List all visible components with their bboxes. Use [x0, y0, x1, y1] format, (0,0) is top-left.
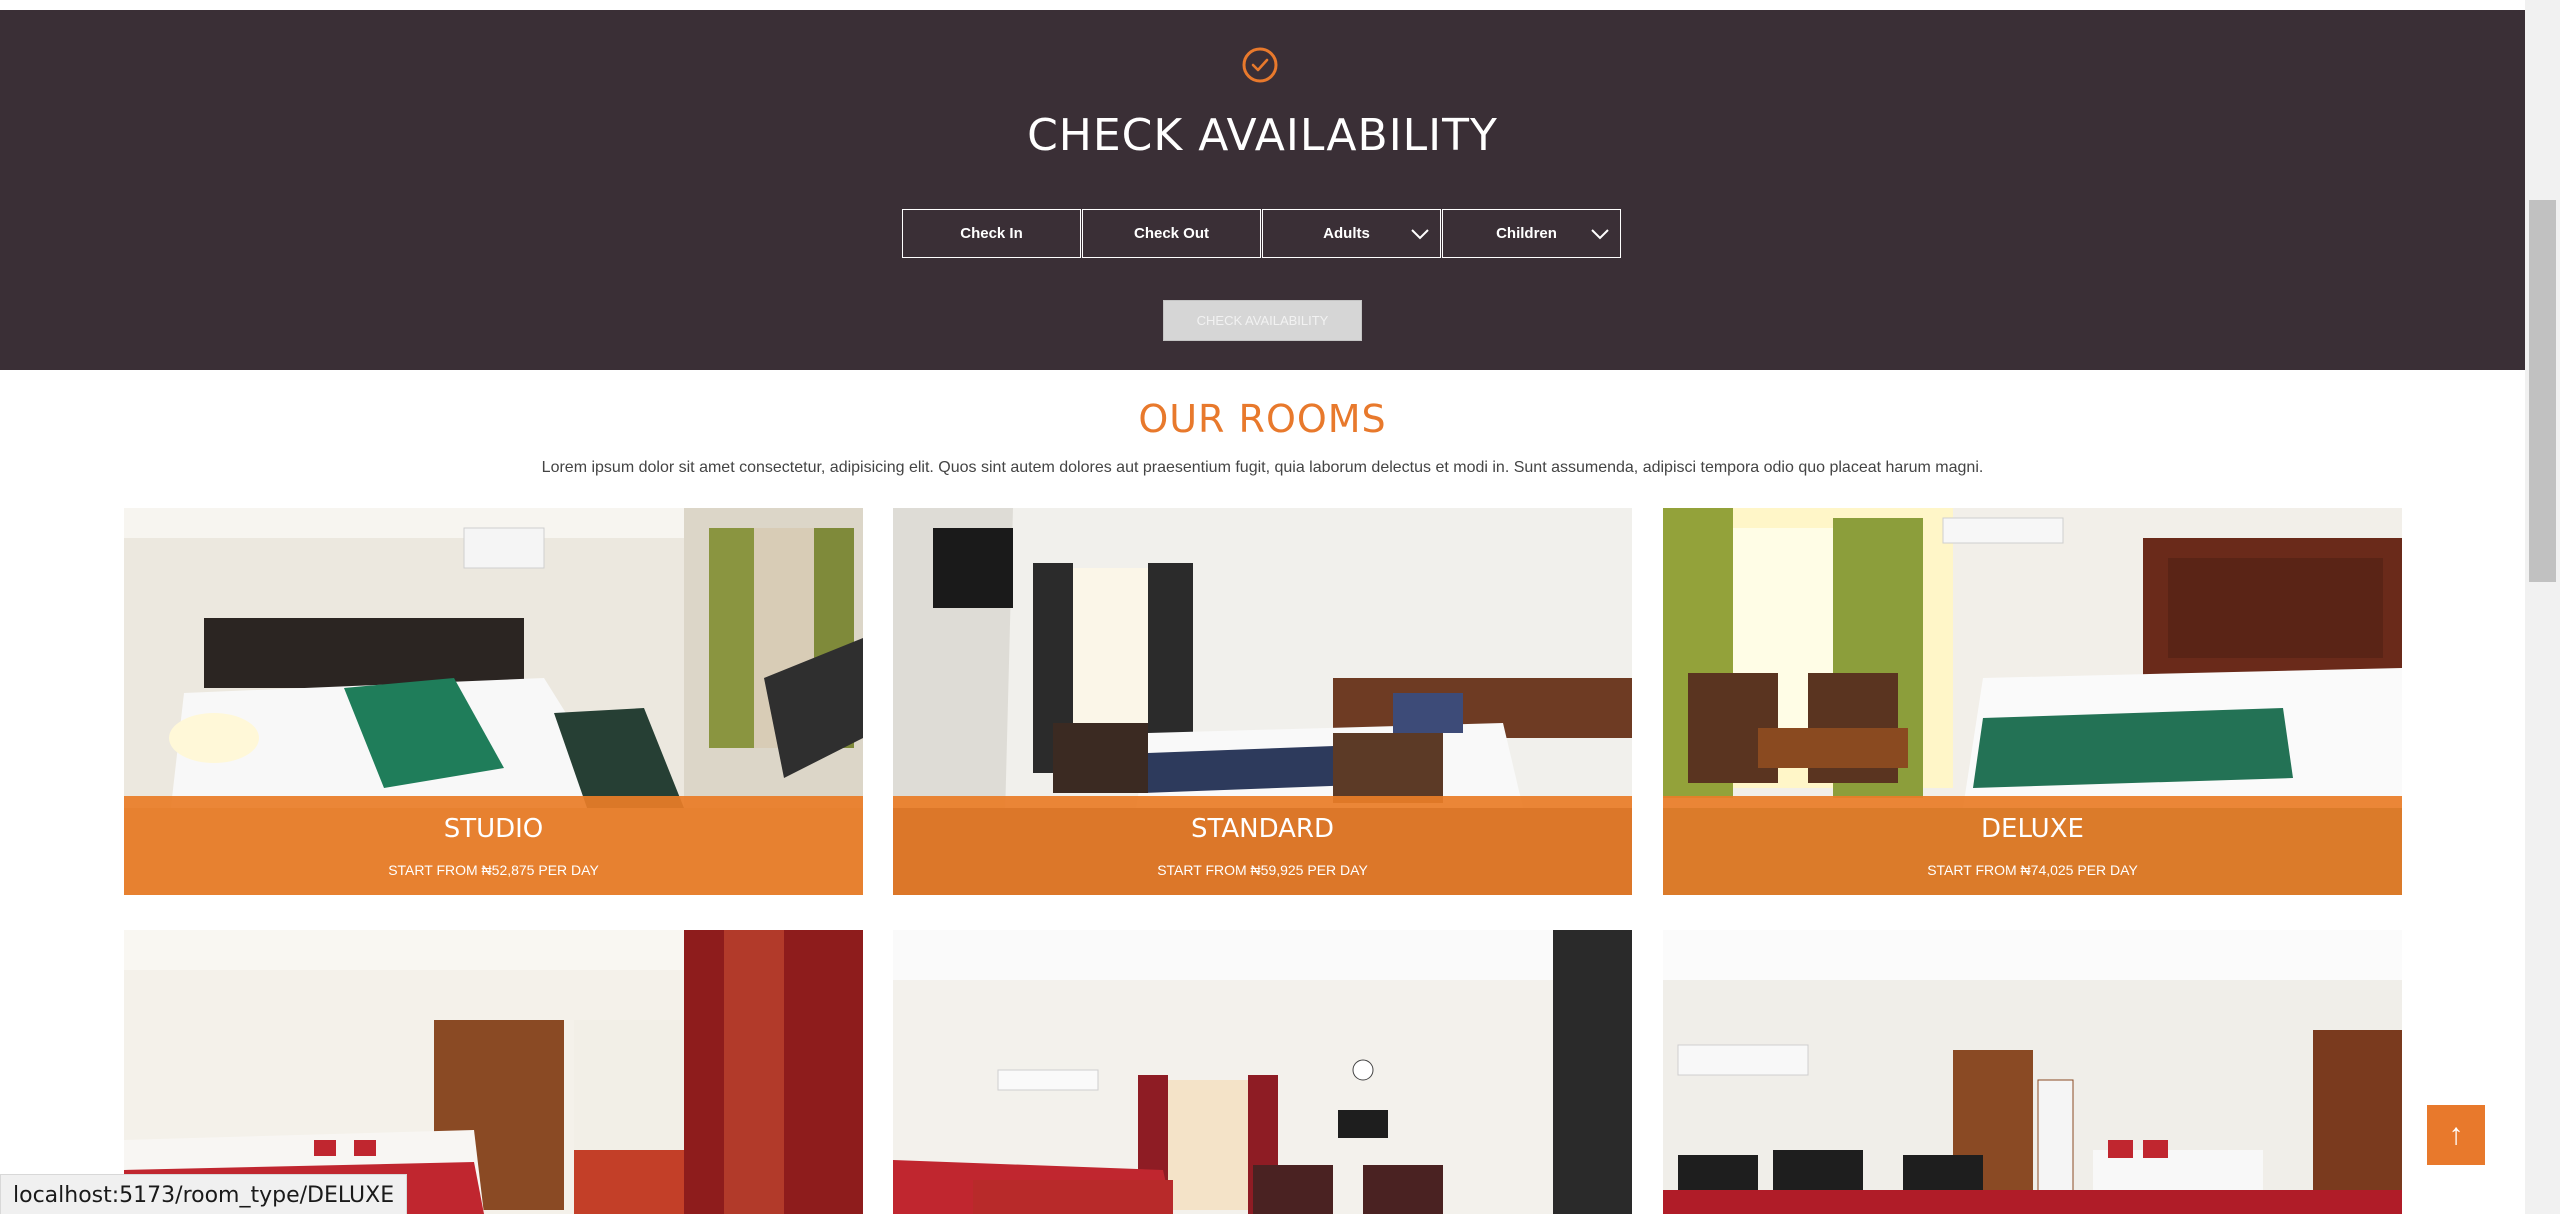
room-price: START FROM ₦74,025 PER DAY	[1927, 862, 2138, 878]
check-in-field[interactable]: Check In	[902, 209, 1081, 258]
check-in-label: Check In	[960, 225, 1023, 242]
rooms-description: Lorem ipsum dolor sit amet consectetur, …	[541, 459, 1984, 476]
chevron-down-icon	[1411, 229, 1429, 240]
room-photo	[893, 930, 1632, 1214]
room-photo	[124, 930, 863, 1214]
availability-form: Check In Check Out Adults Children	[902, 209, 1621, 258]
adults-label: Adults	[1323, 225, 1370, 242]
room-name: STUDIO	[443, 814, 544, 844]
check-circle-icon	[1242, 47, 1278, 83]
room-name: DELUXE	[1981, 814, 2084, 844]
top-strip	[0, 0, 2560, 10]
availability-section: CHECK AVAILABILITY Check In Check Out Ad…	[0, 10, 2525, 370]
chevron-down-icon	[1591, 229, 1609, 240]
children-select[interactable]: Children	[1442, 209, 1621, 258]
room-card-deluxe[interactable]: DELUXE START FROM ₦74,025 PER DAY	[1663, 508, 2402, 895]
room-name: STANDARD	[1190, 814, 1335, 844]
room-price: START FROM ₦52,875 PER DAY	[388, 862, 599, 878]
room-card[interactable]	[893, 930, 1632, 1214]
room-card-standard[interactable]: STANDARD START FROM ₦59,925 PER DAY	[893, 508, 1632, 895]
adults-select[interactable]: Adults	[1262, 209, 1441, 258]
back-to-top-button[interactable]: ↑	[2427, 1105, 2485, 1165]
room-photo	[1663, 930, 2402, 1214]
page-scrollbar[interactable]	[2525, 0, 2560, 1218]
check-availability-button[interactable]: CHECK AVAILABILITY	[1163, 300, 1362, 341]
room-card[interactable]	[1663, 930, 2402, 1214]
room-card-band: STANDARD START FROM ₦59,925 PER DAY	[893, 796, 1632, 895]
room-card[interactable]	[124, 930, 863, 1214]
check-out-label: Check Out	[1133, 225, 1209, 242]
availability-title: CHECK AVAILABILITY	[1027, 110, 1498, 161]
check-out-field[interactable]: Check Out	[1082, 209, 1261, 258]
room-card-studio[interactable]: STUDIO START FROM ₦52,875 PER DAY	[124, 508, 863, 895]
scrollbar-thumb[interactable]	[2529, 200, 2556, 582]
rooms-title: OUR ROOMS	[1138, 397, 1387, 441]
arrow-up-icon: ↑	[2448, 1118, 2464, 1151]
children-label: Children	[1496, 225, 1557, 242]
status-bar-url: localhost:5173/room_type/DELUXE	[0, 1174, 408, 1216]
room-price: START FROM ₦59,925 PER DAY	[1157, 862, 1368, 878]
room-card-band: DELUXE START FROM ₦74,025 PER DAY	[1663, 796, 2402, 895]
room-card-band: STUDIO START FROM ₦52,875 PER DAY	[124, 796, 863, 895]
bottom-strip	[0, 1214, 2560, 1218]
